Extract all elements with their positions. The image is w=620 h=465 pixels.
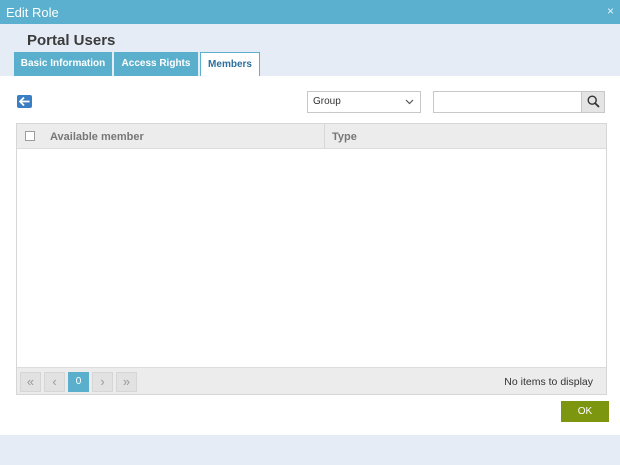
search-icon [587, 95, 600, 108]
members-grid: Available member Type « ‹ 0 › » No items… [16, 123, 607, 395]
tab-members[interactable]: Members [200, 52, 260, 77]
ok-button[interactable]: OK [561, 401, 609, 422]
close-icon[interactable]: × [607, 4, 614, 18]
page-title: Portal Users [27, 32, 116, 49]
pager-next-button[interactable]: › [92, 372, 113, 392]
pager-last-button[interactable]: » [116, 372, 137, 392]
tab-access-rights[interactable]: Access Rights [114, 52, 198, 76]
pager-first-button[interactable]: « [20, 372, 41, 392]
member-type-value: Group [313, 96, 341, 107]
dialog-titlebar: Edit Role × [0, 0, 620, 24]
chevron-down-icon [405, 99, 414, 105]
dialog-header: Portal Users Basic Information Access Ri… [0, 24, 620, 77]
search-button[interactable] [581, 92, 604, 112]
tab-basic-information[interactable]: Basic Information [14, 52, 112, 76]
pager-current-page[interactable]: 0 [68, 372, 89, 392]
search-box [433, 91, 605, 113]
dialog-footer [0, 435, 620, 465]
dialog-title: Edit Role [6, 5, 59, 20]
column-header-type[interactable]: Type [332, 131, 357, 143]
column-header-available-member[interactable]: Available member [50, 131, 144, 143]
select-all-checkbox[interactable] [25, 131, 35, 141]
back-button[interactable] [17, 95, 32, 108]
pager-info: No items to display [504, 376, 593, 388]
members-panel: Group Available member Type « ‹ 0 › » No… [0, 76, 620, 435]
pager-prev-button[interactable]: ‹ [44, 372, 65, 392]
grid-pager: « ‹ 0 › » No items to display [17, 367, 606, 394]
member-type-select[interactable]: Group [307, 91, 421, 113]
arrow-left-icon [19, 97, 30, 106]
column-divider [324, 124, 325, 149]
search-input[interactable] [434, 92, 582, 112]
grid-header: Available member Type [17, 124, 606, 149]
